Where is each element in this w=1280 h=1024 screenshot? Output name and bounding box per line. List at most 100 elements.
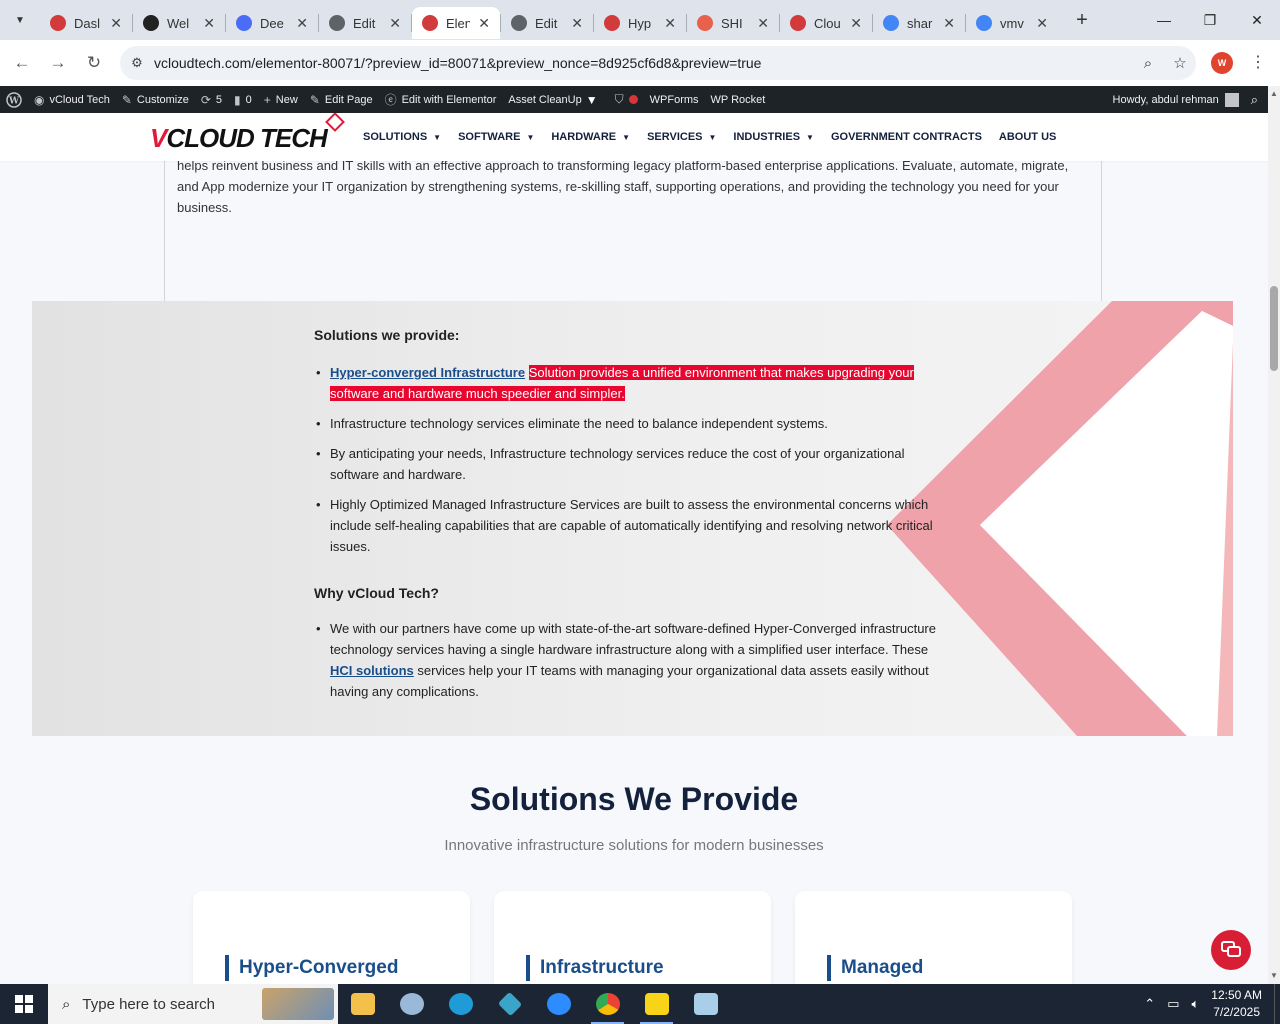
admin-site-name[interactable]: ◉ vCloud Tech: [34, 93, 110, 107]
app-icon-blue[interactable]: [485, 984, 534, 1024]
tab-close-icon[interactable]: ✕: [110, 15, 122, 32]
browser-tab[interactable]: Hyp ✕: [594, 7, 686, 39]
tab-search-button[interactable]: ▼: [6, 6, 34, 34]
tab-close-icon[interactable]: ✕: [571, 15, 583, 32]
caret-down-icon: ▼: [708, 132, 717, 142]
admin-comments[interactable]: ▮ 0: [234, 93, 252, 107]
paint-app[interactable]: [387, 984, 436, 1024]
volume-icon[interactable]: 🔈︎: [1191, 996, 1199, 1012]
solution-card[interactable]: Managed: [795, 891, 1072, 984]
admin-wpforms[interactable]: WPForms: [650, 94, 699, 106]
chat-button[interactable]: [1211, 930, 1251, 970]
close-window-button[interactable]: ✕: [1234, 0, 1280, 40]
tab-close-icon[interactable]: ✕: [850, 15, 862, 32]
browser-tab[interactable]: Elen ✕: [412, 7, 500, 39]
new-tab-button[interactable]: +: [1070, 9, 1094, 32]
user-avatar[interactable]: [1224, 92, 1239, 107]
tab-close-icon[interactable]: ✕: [757, 15, 769, 32]
admin-updates[interactable]: ⟳ 5: [201, 93, 222, 107]
admin-wprocket[interactable]: WP Rocket: [711, 94, 766, 106]
scroll-up-icon[interactable]: ▲: [1268, 88, 1280, 100]
caret-down-icon: ▼: [806, 132, 814, 142]
edge-app[interactable]: [436, 984, 485, 1024]
browser-tab[interactable]: Edit ✕: [319, 7, 411, 39]
tab-close-icon[interactable]: ✕: [296, 15, 308, 32]
tab-close-icon[interactable]: ✕: [1036, 15, 1048, 32]
site-settings-icon[interactable]: ⚙: [120, 55, 154, 71]
solution-card[interactable]: Infrastructure: [494, 891, 771, 984]
zoom-app[interactable]: [534, 984, 583, 1024]
hci-solutions-link[interactable]: HCI solutions: [330, 663, 414, 678]
forward-button[interactable]: →: [40, 45, 76, 81]
browser-tab[interactable]: shar ✕: [873, 7, 965, 39]
address-bar[interactable]: ⚙ vcloudtech.com/elementor-80071/?previe…: [120, 46, 1196, 80]
browser-tab[interactable]: vmv ✕: [966, 7, 1058, 39]
clock[interactable]: 12:50 AM 7/2/2025: [1211, 987, 1262, 1021]
chevron-up-icon[interactable]: ⌃: [1144, 996, 1155, 1012]
network-icon[interactable]: ▭: [1167, 996, 1179, 1012]
browser-tab[interactable]: SHI ✕: [687, 7, 779, 39]
reload-button[interactable]: ↻: [76, 45, 112, 81]
browser-tab[interactable]: Dee ✕: [226, 7, 318, 39]
back-button[interactable]: ←: [4, 45, 40, 81]
page-scrollbar[interactable]: ▲ ▼: [1268, 86, 1280, 984]
solutions-heading: Solutions we provide:: [314, 327, 460, 343]
nav-item[interactable]: SERVICES ▼: [647, 131, 716, 143]
nav-item[interactable]: SOFTWARE ▼: [458, 131, 534, 143]
tab-close-icon[interactable]: ✕: [943, 15, 955, 32]
pencil-icon: ✎: [309, 92, 320, 107]
nav-item[interactable]: GOVERNMENT CONTRACTS: [831, 131, 982, 143]
taskbar-search[interactable]: ⌕ Type here to search: [48, 984, 338, 1024]
admin-edit-page[interactable]: ✎ Edit Page: [310, 93, 373, 107]
nav-item[interactable]: ABOUT US: [999, 131, 1056, 143]
tab-title: vmv: [1000, 15, 1024, 31]
chrome-app[interactable]: [583, 984, 632, 1024]
browser-tab[interactable]: Clou ✕: [780, 7, 872, 39]
paint-icon: [399, 993, 424, 1015]
admin-new[interactable]: + New: [264, 93, 298, 107]
profile-avatar[interactable]: W: [1211, 52, 1233, 74]
scroll-thumb[interactable]: [1270, 286, 1278, 371]
hci-link[interactable]: Hyper-converged Infrastructure: [330, 365, 525, 380]
browser-tab[interactable]: Edit ✕: [501, 7, 593, 39]
bookmark-star-icon[interactable]: ☆: [1164, 54, 1196, 72]
admin-edit-elementor[interactable]: ⓔ Edit with Elementor: [385, 91, 497, 108]
file-explorer-app[interactable]: [338, 984, 387, 1024]
taskbar-search-placeholder: Type here to search: [82, 995, 215, 1013]
notepad-app[interactable]: [681, 984, 730, 1024]
tab-title: Hyp: [628, 15, 652, 31]
start-button[interactable]: [0, 984, 48, 1024]
browser-tab[interactable]: Wel ✕: [133, 7, 225, 39]
tab-close-icon[interactable]: ✕: [664, 15, 676, 32]
admin-howdy[interactable]: Howdy, abdul rehman: [1113, 94, 1219, 106]
site-logo[interactable]: VCLOUD TECH: [150, 113, 345, 154]
admin-customize[interactable]: ✎ Customize: [122, 93, 189, 107]
admin-asset-cleanup[interactable]: Asset CleanUp ▼: [508, 93, 602, 107]
zoom-icon[interactable]: ⌕: [1132, 55, 1164, 72]
search-icon[interactable]: ⌕: [1251, 92, 1258, 108]
nav-item[interactable]: INDUSTRIES ▼: [733, 131, 814, 143]
card-title: Infrastructure: [526, 955, 664, 981]
browser-menu-icon[interactable]: ⋮: [1250, 52, 1266, 72]
notepad-icon: [693, 993, 718, 1015]
tab-close-icon[interactable]: ✕: [203, 15, 215, 32]
show-desktop-button[interactable]: [1274, 984, 1280, 1024]
nav-item[interactable]: HARDWARE ▼: [551, 131, 630, 143]
minimize-button[interactable]: —: [1141, 0, 1187, 40]
sticky-notes-app[interactable]: [632, 984, 681, 1024]
tab-close-icon[interactable]: ✕: [478, 15, 490, 32]
plus-icon: +: [263, 92, 271, 107]
url-text[interactable]: vcloudtech.com/elementor-80071/?preview_…: [154, 55, 1132, 71]
tab-favicon-icon: [50, 15, 66, 31]
scroll-down-icon[interactable]: ▼: [1268, 970, 1280, 982]
wp-logo-menu[interactable]: W: [6, 91, 22, 108]
browser-tab[interactable]: Dasl ✕: [40, 7, 132, 39]
restore-button[interactable]: ❐: [1187, 0, 1233, 40]
solution-card[interactable]: Hyper-Converged: [193, 891, 470, 984]
tab-favicon-icon: [697, 15, 713, 31]
tab-close-icon[interactable]: ✕: [389, 15, 401, 32]
funnel-icon: ▼: [585, 92, 598, 107]
tab-title: shar: [907, 15, 933, 31]
admin-seo[interactable]: ⛉: [615, 92, 638, 107]
nav-item[interactable]: SOLUTIONS ▼: [363, 131, 441, 143]
